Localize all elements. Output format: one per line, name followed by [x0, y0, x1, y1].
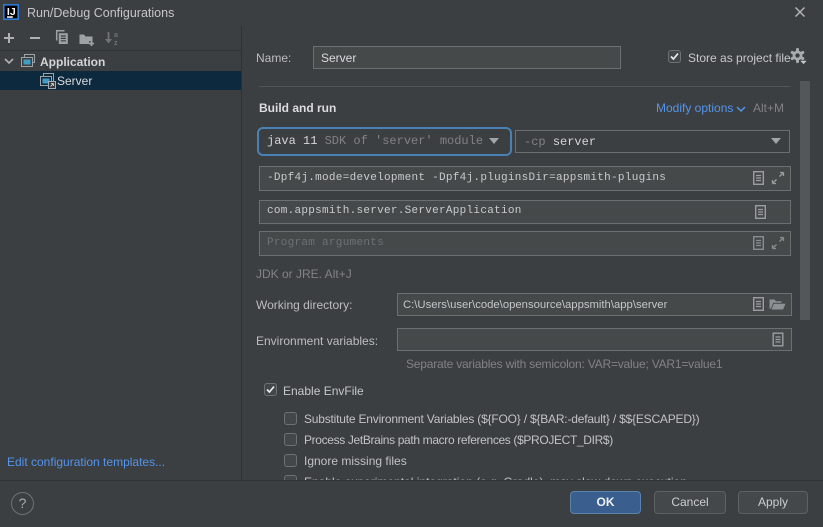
- svg-text:z: z: [114, 40, 118, 46]
- svg-text:a: a: [114, 32, 118, 39]
